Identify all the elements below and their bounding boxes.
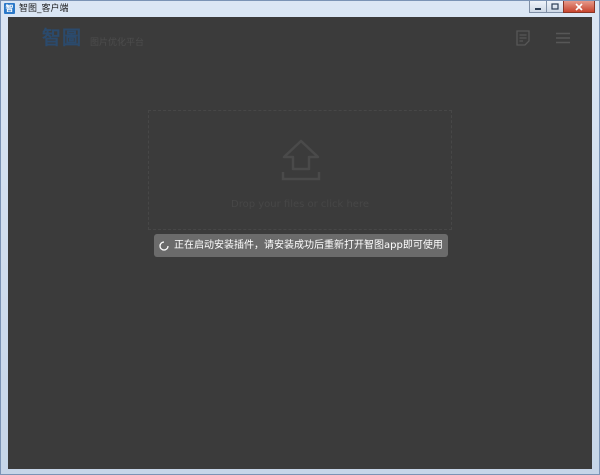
minimize-button[interactable] bbox=[529, 1, 547, 13]
loading-spinner-icon bbox=[159, 240, 169, 251]
app-icon: 智 bbox=[4, 3, 15, 14]
title-bar[interactable]: 智 智图_客户端 bbox=[1, 1, 599, 17]
maximize-button[interactable] bbox=[546, 1, 564, 13]
close-icon bbox=[575, 2, 583, 11]
document-icon[interactable] bbox=[516, 30, 530, 46]
close-button[interactable] bbox=[563, 1, 595, 13]
logo-subtitle: 图片优化平台 bbox=[90, 38, 145, 48]
maximize-icon bbox=[551, 3, 559, 10]
toast-message: 正在启动安装插件，请安装成功后重新打开智图app即可使用 bbox=[174, 239, 443, 251]
status-toast: 正在启动安装插件，请安装成功后重新打开智图app即可使用 bbox=[154, 234, 448, 257]
window-title: 智图_客户端 bbox=[19, 4, 69, 14]
upload-dropzone[interactable]: Drop your files or click here bbox=[148, 110, 452, 230]
upload-icon bbox=[281, 139, 321, 181]
window-controls bbox=[529, 1, 595, 14]
dropzone-label: Drop your files or click here bbox=[231, 199, 369, 210]
menu-icon[interactable] bbox=[556, 30, 570, 46]
logo: 智圖 bbox=[42, 27, 83, 49]
app-window: 智 智图_客户端 智圖 图片优化平台 Drop your files or cl… bbox=[0, 0, 600, 475]
minimize-icon bbox=[535, 7, 541, 10]
client-area: 智圖 图片优化平台 Drop your files or click here … bbox=[8, 17, 592, 469]
